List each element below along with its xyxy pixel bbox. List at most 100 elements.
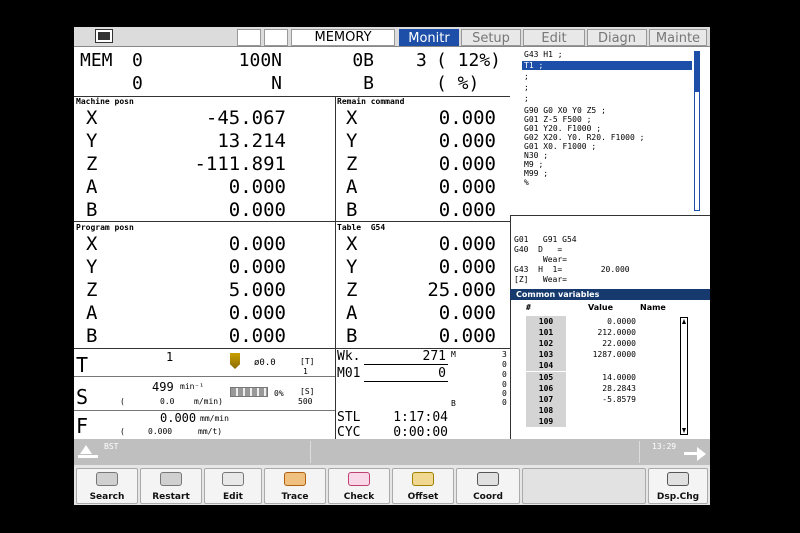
divider: [335, 96, 336, 439]
machine-value-a: 0.000: [228, 176, 286, 198]
program-axis-b: B: [86, 325, 98, 347]
restart-label: Restart: [152, 492, 190, 502]
remain-command-title: Remain command: [337, 97, 405, 106]
t-value: 1: [166, 350, 174, 364]
cv-row-num[interactable]: 103: [526, 349, 566, 360]
m01-underline: [364, 381, 448, 382]
cv-row-num[interactable]: 100: [526, 316, 566, 327]
scroll-up-icon[interactable]: [682, 319, 686, 324]
machine-axis-b: B: [86, 199, 98, 221]
s-unit: min⁻¹: [180, 382, 205, 391]
program-value-y: 0.000: [228, 256, 286, 278]
search-label: Search: [89, 492, 125, 502]
divider: [74, 221, 510, 222]
modal-line: [Z] Wear=: [514, 275, 567, 284]
cv-row-num[interactable]: 107: [526, 394, 566, 405]
back-arrow-icon[interactable]: [78, 445, 98, 461]
machine-value-x: -45.067: [205, 107, 286, 129]
restart-button[interactable]: Restart: [140, 468, 202, 504]
cv-row-value: 14.0000: [602, 373, 636, 382]
tab-edit[interactable]: Edit: [523, 29, 585, 46]
program-axis-z: Z: [86, 279, 98, 301]
t-bracket: [T]: [300, 357, 315, 366]
dsp-chg-label: Dsp.Chg: [656, 492, 700, 502]
m-label: M: [451, 350, 456, 359]
cnc-screen: MEMORY Monitr Setup Edit Diagn Mainte M E…: [74, 27, 710, 505]
offset-label: Offset: [407, 492, 439, 502]
forward-arrow-icon[interactable]: [684, 447, 706, 461]
program-value-x: 0.000: [228, 233, 286, 255]
cv-row-num[interactable]: 108: [526, 405, 566, 416]
m-value: 0: [502, 360, 507, 369]
tab-setup[interactable]: Setup: [461, 29, 521, 46]
program-listing[interactable]: G43 H1 ; T1 ; ; ; ; G90 G0 X0 Y0 Z5 ; G0…: [510, 47, 710, 215]
load-meter: [230, 387, 268, 397]
header-pct2: ( %): [436, 73, 480, 94]
offset-button[interactable]: Offset: [392, 468, 454, 504]
cv-row-num[interactable]: 101: [526, 327, 566, 338]
f-unit2: mm/t): [198, 427, 223, 436]
table-value-a: 0.000: [438, 302, 496, 324]
program-line: M99 ;: [524, 169, 549, 178]
modal-line: G43 H 1= 20.000: [514, 265, 630, 274]
edit-button[interactable]: Edit: [204, 468, 262, 504]
machine-axis-y: Y: [86, 130, 98, 152]
header-b1: 0B: [352, 50, 374, 71]
dsp-chg-button[interactable]: Dsp.Chg: [648, 468, 708, 504]
top-bar: MEMORY Monitr Setup Edit Diagn Mainte: [74, 27, 710, 47]
cv-row-num[interactable]: 106: [526, 383, 566, 394]
program-line: ;: [524, 94, 529, 103]
header-a1: 0: [132, 50, 143, 71]
cv-row-num[interactable]: 104: [526, 360, 566, 371]
m01-value: 0: [438, 366, 446, 381]
tab-monitr[interactable]: Monitr: [399, 29, 459, 46]
cv-row-value: 28.2843: [602, 384, 636, 393]
cv-row-num[interactable]: 105: [526, 372, 566, 383]
program-line: G01 Y20. F1000 ;: [524, 124, 602, 133]
s-bracket-value: 500: [298, 397, 313, 406]
cv-row-num[interactable]: 102: [526, 338, 566, 349]
blank-softkey[interactable]: [522, 468, 646, 504]
m-value: 0: [502, 380, 507, 389]
s-speed: 0.0: [160, 397, 175, 406]
header-b2: B: [363, 73, 374, 94]
stl-label: STL: [337, 410, 361, 425]
m-value: 0: [502, 389, 507, 398]
trace-button[interactable]: Trace: [264, 468, 326, 504]
tab-diagn[interactable]: Diagn: [587, 29, 647, 46]
program-scrollbar[interactable]: [694, 51, 700, 211]
f-paren: (: [120, 427, 125, 436]
check-icon: [348, 472, 370, 486]
cyc-value: 0:00:00: [393, 425, 448, 440]
m-value: 3: [502, 350, 507, 359]
table-axis-z: Z: [346, 279, 358, 301]
search-button[interactable]: Search: [76, 468, 138, 504]
tab-mainte[interactable]: Mainte: [649, 29, 707, 46]
program-line: M9 ;: [524, 160, 544, 169]
scroll-thumb[interactable]: [695, 52, 699, 92]
header-n1: 100N: [238, 50, 282, 71]
remain-value-x: 0.000: [438, 107, 496, 129]
cv-row-value: 212.0000: [597, 328, 636, 337]
b-label: B: [451, 399, 456, 408]
coord-button[interactable]: Coord: [456, 468, 520, 504]
edit-icon: [222, 472, 244, 486]
status-cell-1: [237, 29, 261, 46]
header-a2: 0: [132, 73, 143, 94]
header-seq: 3: [416, 50, 427, 71]
divider: [74, 96, 510, 97]
m-value: 0: [502, 370, 507, 379]
s-paren: (: [120, 397, 125, 406]
scroll-down-icon[interactable]: [682, 428, 686, 433]
remain-value-y: 0.000: [438, 130, 496, 152]
table-value-y: 0.000: [438, 256, 496, 278]
wk-label: Wk.: [337, 349, 361, 364]
check-label: Check: [343, 492, 375, 502]
remain-value-z: 0.000: [438, 153, 496, 175]
check-button[interactable]: Check: [328, 468, 390, 504]
tool-icon: [230, 353, 240, 369]
table-value-z: 25.000: [427, 279, 496, 301]
machine-posn-title: Machine posn: [76, 97, 134, 106]
cv-scrollbar[interactable]: [680, 317, 688, 435]
cv-row-num[interactable]: 109: [526, 416, 566, 427]
